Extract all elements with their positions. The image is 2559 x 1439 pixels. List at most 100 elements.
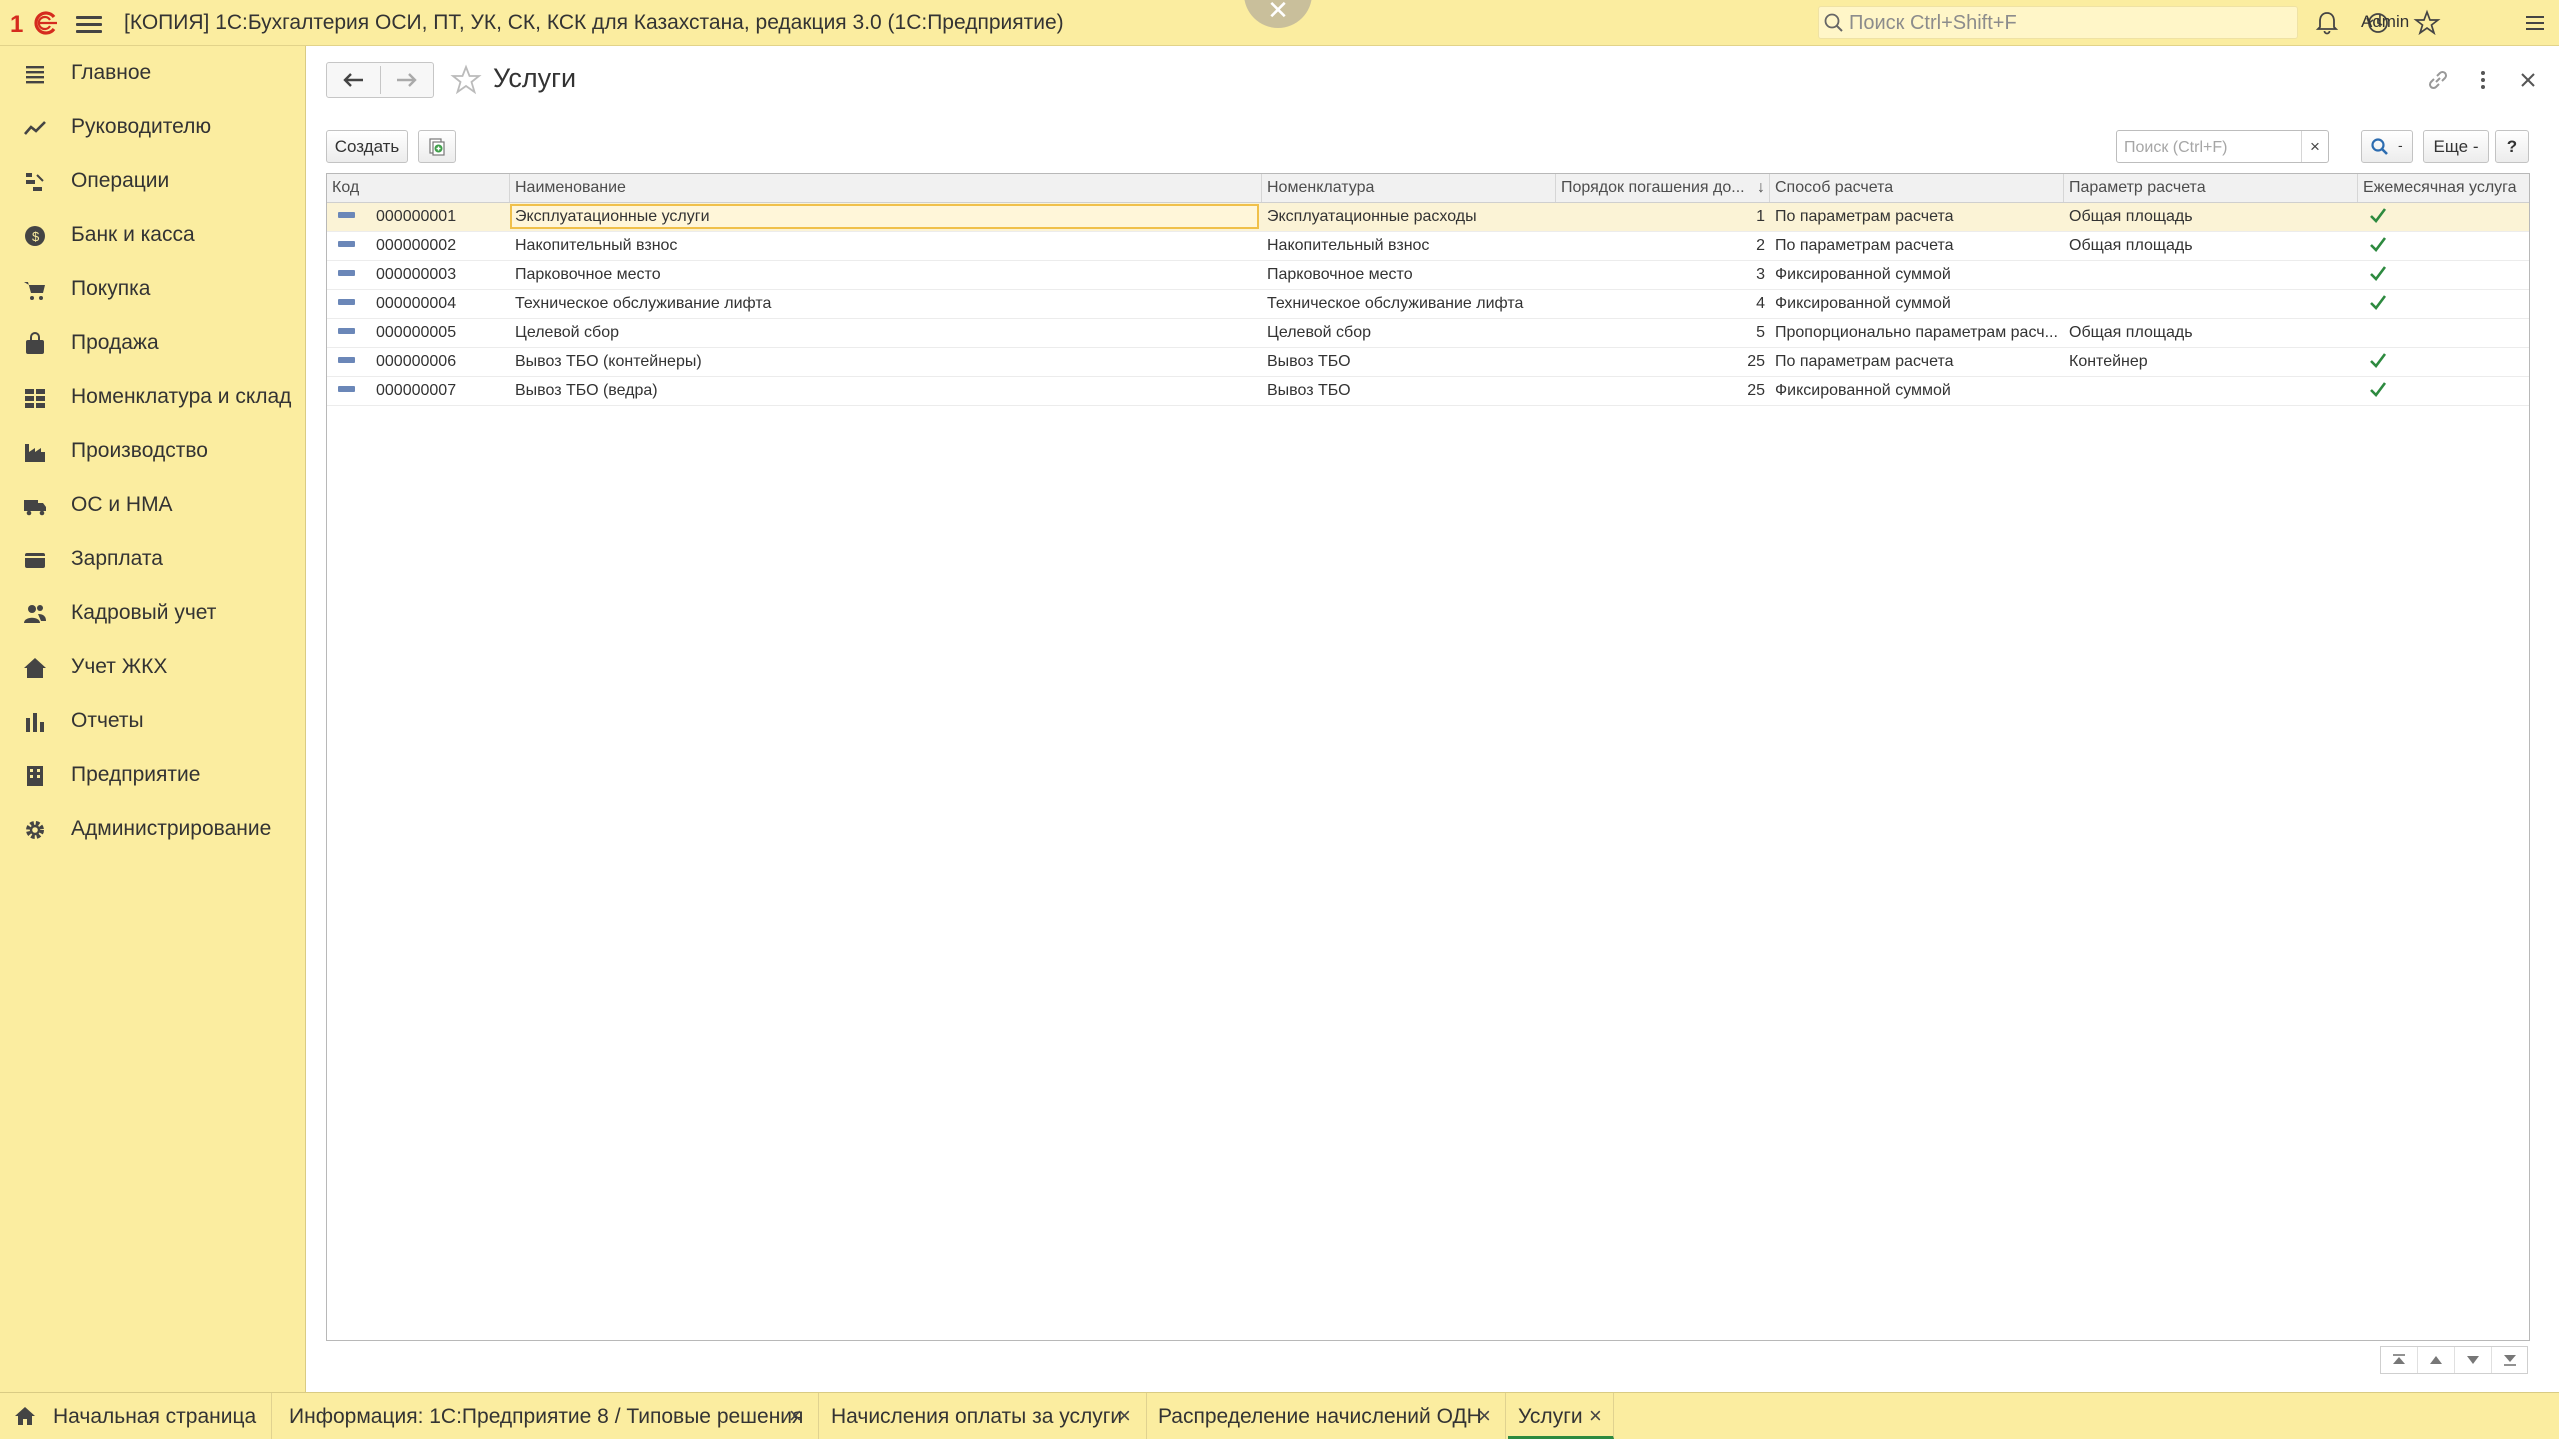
create-button[interactable]: Создать <box>326 130 408 163</box>
arrow-left-icon <box>343 73 363 87</box>
scroll-up-button[interactable] <box>2418 1347 2455 1373</box>
bell-icon[interactable] <box>2312 8 2342 38</box>
cell-code: 000000001 <box>376 208 457 225</box>
wallet-icon <box>25 553 45 568</box>
sidebar-item-assets[interactable]: ОС и НМА <box>0 478 306 532</box>
scroll-to-bottom-button[interactable] <box>2492 1347 2528 1373</box>
sidebar-item-main[interactable]: Главное <box>0 46 306 100</box>
list-search-input[interactable] <box>2122 134 2298 161</box>
svg-text:$: $ <box>32 229 40 244</box>
trend-chart-icon <box>24 121 46 135</box>
back-button[interactable] <box>327 63 380 97</box>
sidebar-item-label: Операции <box>71 169 170 192</box>
copy-button[interactable] <box>418 130 456 163</box>
monthly-checkmark-icon <box>2370 266 2387 281</box>
sidebar-item-purchase[interactable]: Покупка <box>0 262 306 316</box>
cell-nomenclature: Целевой сбор <box>1267 324 1371 341</box>
table-row[interactable]: 000000003 Парковочное место Парковочное ме… <box>327 261 2529 290</box>
more-actions-icon[interactable] <box>2469 66 2497 94</box>
cell-order: 4 <box>1756 295 1765 312</box>
find-dropdown-arrow: - <box>2398 137 2403 153</box>
sidebar-item-hr[interactable]: Кадровый учет <box>0 586 306 640</box>
sidebar-item-nomenclature[interactable]: Номенклатура и склад <box>0 370 306 424</box>
table-row[interactable]: 000000005 Целевой сбор Целевой сбор 5 Пропор… <box>327 319 2529 348</box>
global-search-input[interactable] <box>1847 10 2291 37</box>
table-row[interactable]: 000000006 Вывоз ТБО (контейнеры) Вывоз ТБО… <box>327 348 2529 377</box>
cell-code: 000000005 <box>376 324 457 341</box>
tab-label: Услуги <box>1518 1405 1583 1428</box>
bank-coin-icon: $ <box>25 226 45 246</box>
table-header: Код Наименование Номенклатура Порядок по… <box>327 174 2529 203</box>
catalog-item-icon <box>338 241 355 247</box>
scroll-down-button[interactable] <box>2455 1347 2492 1373</box>
help-button[interactable]: ? <box>2495 130 2529 163</box>
table-row[interactable]: 000000007 Вывоз ТБО (ведра) Вывоз ТБО 25 Фик… <box>327 377 2529 406</box>
factory-icon <box>25 444 45 462</box>
user-name[interactable]: Admin <box>2361 12 2409 32</box>
sidebar-item-label: Покупка <box>71 277 151 300</box>
close-form-icon[interactable] <box>2514 66 2542 94</box>
grid-blocks-icon <box>25 389 45 408</box>
add-to-favorites-star-icon[interactable] <box>450 64 482 96</box>
link-icon[interactable] <box>2424 66 2452 94</box>
settings-menu-icon[interactable] <box>2520 8 2550 38</box>
forward-button[interactable] <box>381 63 434 97</box>
tab-home[interactable]: Начальная страница <box>0 1393 272 1439</box>
tab-services[interactable]: Услуги × <box>1508 1393 1614 1439</box>
more-button[interactable]: Еще - <box>2423 130 2489 163</box>
sidebar-item-label: Руководителю <box>71 115 212 138</box>
svg-text:1: 1 <box>10 11 23 37</box>
sidebar-item-reports[interactable]: Отчеты <box>0 694 306 748</box>
column-header-param[interactable]: Параметр расчета <box>2064 174 2358 202</box>
global-search[interactable] <box>1818 6 2298 39</box>
sidebar-item-label: Отчеты <box>71 709 144 732</box>
table-row[interactable]: 000000001 Эксплуатационные услуги Эксплуат… <box>327 203 2529 232</box>
column-header-order[interactable]: Порядок погашения до... ↓ <box>1556 174 1770 202</box>
main-menu-icon[interactable] <box>76 12 102 34</box>
tab-close-icon[interactable]: × <box>1118 1403 1131 1429</box>
column-header-name[interactable]: Наименование <box>510 174 1262 202</box>
sidebar-item-production[interactable]: Производство <box>0 424 306 478</box>
column-header-monthly[interactable]: Ежемесячная услуга <box>2358 174 2529 202</box>
tab-close-icon[interactable]: × <box>789 1403 802 1429</box>
cart-icon <box>24 282 45 300</box>
column-header-method[interactable]: Способ расчета <box>1770 174 2064 202</box>
sidebar-item-bank[interactable]: $ Банк и касса <box>0 208 306 262</box>
cell-name: Вывоз ТБО (контейнеры) <box>515 353 702 370</box>
tab-close-icon[interactable]: × <box>1589 1403 1602 1429</box>
scroll-to-top-button[interactable] <box>2381 1347 2418 1373</box>
open-windows-bar: Начальная страница Информация: 1С:Предпр… <box>0 1392 2559 1439</box>
cell-order: 3 <box>1756 266 1765 283</box>
gear-icon <box>26 821 44 839</box>
sidebar-item-label: Зарплата <box>71 547 163 570</box>
column-header-code[interactable]: Код <box>327 174 510 202</box>
table-row[interactable]: 000000004 Техническое обслуживание лифта Т… <box>327 290 2529 319</box>
close-overlay-icon[interactable]: ✕ <box>1244 0 1312 28</box>
list-search[interactable]: × <box>2116 130 2329 163</box>
tab-charges[interactable]: Начисления оплаты за услуги × <box>819 1393 1147 1439</box>
tab-distribution[interactable]: Распределение начислений ОДН × <box>1147 1393 1506 1439</box>
column-header-nomenclature[interactable]: Номенклатура <box>1262 174 1556 202</box>
sidebar-item-manager[interactable]: Руководителю <box>0 100 306 154</box>
tab-close-icon[interactable]: × <box>1478 1403 1491 1429</box>
tab-label: Информация: 1С:Предприятие 8 / Типовые р… <box>289 1405 804 1428</box>
sidebar-item-administration[interactable]: Администрирование <box>0 802 306 856</box>
sidebar-item-salary[interactable]: Зарплата <box>0 532 306 586</box>
catalog-item-icon <box>338 270 355 276</box>
sidebar-item-sales[interactable]: Продажа <box>0 316 306 370</box>
table-row[interactable]: 000000002 Накопительный взнос Накопительны… <box>327 232 2529 261</box>
favorites-star-icon[interactable] <box>2412 8 2442 38</box>
arrow-right-icon <box>397 73 417 87</box>
sidebar-item-enterprise[interactable]: Предприятие <box>0 748 306 802</box>
sidebar-item-label: Продажа <box>71 331 159 354</box>
sidebar-item-operations[interactable]: Операции <box>0 154 306 208</box>
sidebar-item-housing[interactable]: Учет ЖКХ <box>0 640 306 694</box>
tab-info[interactable]: Информация: 1С:Предприятие 8 / Типовые р… <box>272 1393 819 1439</box>
1c-logo-icon[interactable]: 1 <box>10 9 58 37</box>
sidebar-item-label: Учет ЖКХ <box>71 655 168 678</box>
find-button[interactable]: - <box>2361 130 2413 163</box>
clear-search-button[interactable]: × <box>2301 131 2328 162</box>
cell-param: Контейнер <box>2069 353 2148 370</box>
catalog-item-icon <box>338 299 355 305</box>
cell-nomenclature: Эксплуатационные расходы <box>1267 208 1477 225</box>
